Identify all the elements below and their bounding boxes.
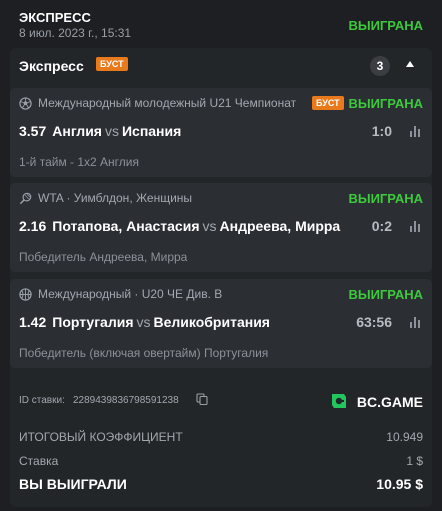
bet-status-badge: ВЫИГРАНА	[348, 18, 423, 33]
vs-separator: vs	[202, 218, 217, 234]
stats-icon[interactable]	[409, 125, 421, 137]
express-label: Экспресс	[19, 58, 84, 74]
home-team: Португалия	[52, 314, 134, 330]
bet-outcome: 1-й тайм - 1x2 Англия	[19, 155, 139, 169]
boost-badge: БУСТ	[312, 96, 344, 110]
stats-icon[interactable]	[409, 316, 421, 328]
event-odd: 2.16	[19, 218, 47, 234]
match-line[interactable]: 1.42 Португалия vs Великобритания	[19, 314, 270, 330]
football-icon	[19, 97, 32, 110]
vs-separator: vs	[136, 314, 151, 330]
brand-name: BC.GAME	[356, 394, 423, 410]
bet-header: ЭКСПРЕСС 8 июл. 2023 г., 15:31 ВЫИГРАНА	[19, 10, 423, 42]
express-panel: Экспресс БУСТ 3 Международный молодежный…	[10, 48, 432, 507]
bet-id-label: ID ставки:	[19, 395, 65, 406]
event-card[interactable]: WTA · Уимблдон, Женщины ВЫИГРАНА 2.16 Пот…	[10, 183, 432, 272]
stats-icon[interactable]	[409, 220, 421, 232]
bet-type-title: ЭКСПРЕСС	[19, 10, 91, 25]
bet-id-value: 2289439836798591238	[73, 395, 179, 406]
match-score: 63:56	[356, 314, 392, 330]
event-odd: 3.57	[19, 123, 47, 139]
total-coefficient-row: ИТОГОВЫЙ КОЭФФИЦИЕНТ 10.949	[19, 430, 423, 448]
event-card[interactable]: Международный · U20 ЧЕ Див. B ВЫИГРАНА 1…	[10, 279, 432, 368]
bet-outcome: Победитель Андреева, Мирра	[19, 250, 188, 264]
stake-label: Ставка	[19, 454, 59, 468]
away-team: Испания	[121, 123, 182, 139]
match-line[interactable]: 3.57 Англия vs Испания	[19, 123, 181, 139]
winnings-label: ВЫ ВЫИГРАЛИ	[19, 476, 127, 492]
bc-game-logo-icon	[332, 394, 346, 408]
winnings-row: ВЫ ВЫИГРАЛИ 10.95 $	[19, 476, 423, 494]
event-status: ВЫИГРАНА	[348, 287, 423, 302]
bet-id-row: ID ставки: 2289439836798591238 BC.GAME	[19, 391, 423, 413]
match-line[interactable]: 2.16 Потапова, Анастасия vs Андреева, Мирра	[19, 218, 349, 234]
away-team: Андреева, Мирра	[219, 218, 341, 234]
basketball-icon	[19, 288, 32, 301]
stake-value: 1 $	[406, 454, 423, 468]
tennis-icon	[19, 192, 32, 205]
total-coefficient-value: 10.949	[386, 430, 423, 444]
total-coefficient-label: ИТОГОВЫЙ КОЭФФИЦИЕНТ	[19, 430, 183, 444]
event-status: ВЫИГРАНА	[348, 96, 423, 111]
away-team: Великобритания	[153, 314, 270, 330]
bet-date: 8 июл. 2023 г., 15:31	[19, 26, 132, 40]
event-card[interactable]: Международный молодежный U21 Чемпионат Б…	[10, 88, 432, 177]
home-team: Потапова, Анастасия	[52, 218, 200, 234]
bet-outcome: Победитель (включая овертайм) Португалия	[19, 346, 269, 360]
match-score: 1:0	[371, 123, 392, 139]
home-team: Англия	[52, 123, 102, 139]
match-score: 0:2	[371, 218, 392, 234]
selections-count-badge: 3	[370, 56, 390, 76]
vs-separator: vs	[104, 123, 119, 139]
stake-row: Ставка 1 $	[19, 454, 423, 472]
express-toggle-row[interactable]: Экспресс БУСТ 3	[10, 48, 432, 85]
event-odd: 1.42	[19, 314, 47, 330]
league-name[interactable]: Международный молодежный U21 Чемпионат	[38, 96, 310, 110]
winnings-value: 10.95 $	[376, 476, 423, 492]
boost-badge: БУСТ	[96, 57, 128, 71]
league-name[interactable]: Международный · U20 ЧЕ Див. B	[38, 287, 222, 301]
event-status: ВЫИГРАНА	[348, 191, 423, 206]
chevron-up-icon[interactable]	[405, 60, 415, 68]
copy-icon[interactable]	[196, 393, 208, 405]
league-name[interactable]: WTA · Уимблдон, Женщины	[38, 191, 192, 205]
